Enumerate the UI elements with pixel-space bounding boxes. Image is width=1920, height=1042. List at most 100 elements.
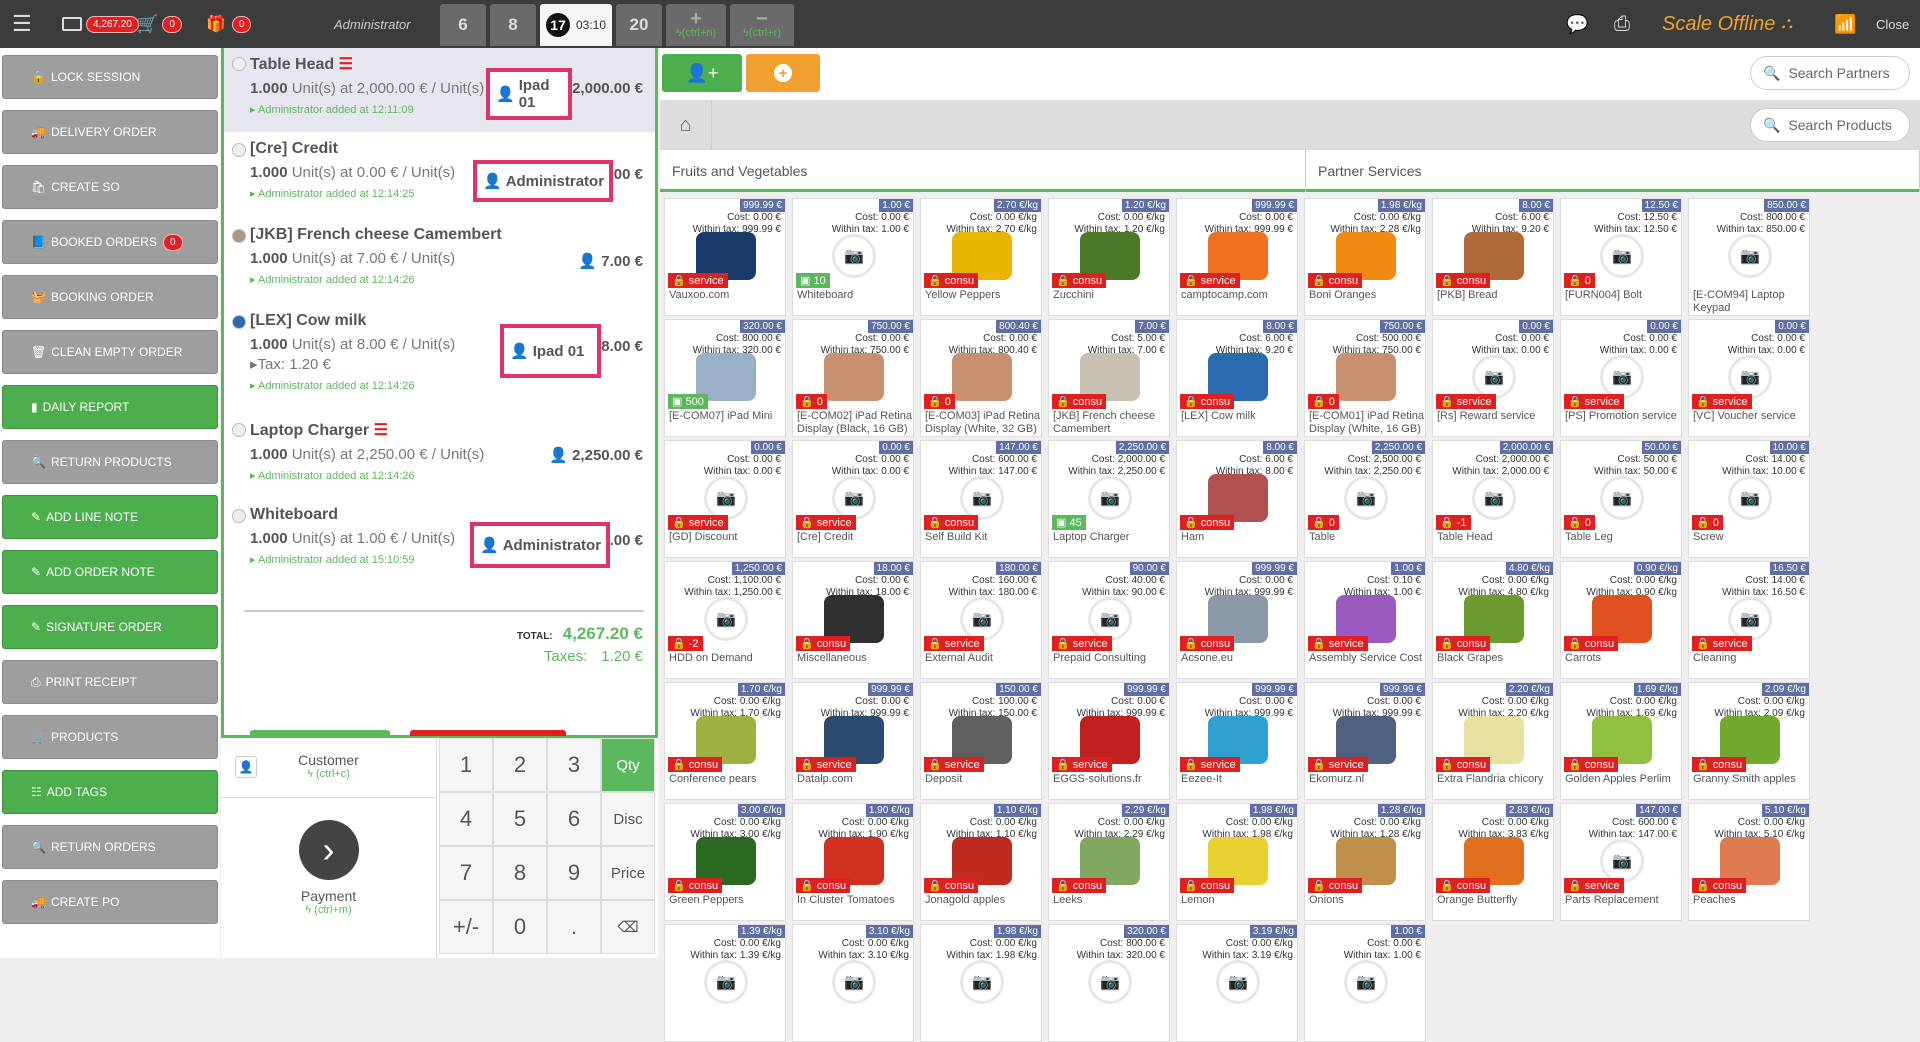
chat-icon[interactable]: 💬 bbox=[1566, 0, 1588, 48]
search-products-input[interactable]: 🔍 Search Products bbox=[1750, 108, 1910, 142]
numpad-key[interactable]: 9 bbox=[547, 846, 601, 900]
action-button-add-line-note[interactable]: ✎ Add Line Note bbox=[2, 495, 218, 539]
order-line[interactable]: [JKB] French cheese Camembert 1.000 Unit… bbox=[224, 220, 655, 304]
numpad-key[interactable]: 0 bbox=[493, 900, 547, 954]
product-card[interactable]: 1.98 €/kg Cost: 0.00 €/kg Within tax: 1.98… bbox=[920, 924, 1042, 1042]
order-tab[interactable]: 8 bbox=[490, 4, 536, 46]
product-card[interactable]: 1.98 €/kg Cost: 0.00 €/kg Within tax: 2.28… bbox=[1304, 198, 1426, 316]
product-card[interactable]: 147.00 € Cost: 600.00 € Within tax: 147.00… bbox=[1560, 803, 1682, 921]
action-button-products[interactable]: 🛒 Products bbox=[2, 715, 218, 759]
product-card[interactable]: 1.39 €/kg Cost: 0.00 €/kg Within tax: 1.39… bbox=[664, 924, 786, 1042]
numpad-mode-price[interactable]: Price bbox=[601, 846, 655, 900]
numpad-key[interactable]: 8 bbox=[493, 846, 547, 900]
product-card[interactable]: 750.00 € Cost: 500.00 € Within tax: 750.00… bbox=[1304, 319, 1426, 437]
product-card[interactable]: 0.00 € Cost: 0.00 € Within tax: 0.00 € 📷 🔒 s… bbox=[1688, 319, 1810, 437]
cash-widget[interactable]: 4,267.20 bbox=[62, 0, 139, 48]
product-card[interactable]: 8.00 € Cost: 6.00 € Within tax: 9.20 € 🔒 co… bbox=[1176, 319, 1298, 437]
product-card[interactable]: 0.00 € Cost: 0.00 € Within tax: 0.00 € 📷 🔒 s… bbox=[792, 440, 914, 558]
product-card[interactable]: 5.10 €/kg Cost: 0.00 €/kg Within tax: 5.10… bbox=[1688, 803, 1810, 921]
product-card[interactable]: 999.99 € Cost: 0.00 € Within tax: 999.99 €… bbox=[1304, 682, 1426, 800]
product-card[interactable]: 147.00 € Cost: 600.00 € Within tax: 147.00… bbox=[920, 440, 1042, 558]
action-button-return-products[interactable]: 🔍 Return Products bbox=[2, 440, 218, 484]
product-card[interactable]: 1.00 € Cost: 0.10 € Within tax: 1.00 € 🔒 se… bbox=[1304, 561, 1426, 679]
category-partner-services[interactable]: Partner Services bbox=[1306, 150, 1920, 192]
numpad-key[interactable]: 1 bbox=[439, 738, 493, 792]
numpad-key[interactable]: 3 bbox=[547, 738, 601, 792]
print-icon[interactable]: ⎙ bbox=[1614, 0, 1630, 48]
line-seller-badge[interactable]: 👤 Administrator bbox=[473, 160, 613, 202]
product-card[interactable]: 10.00 € Cost: 14.00 € Within tax: 10.00 € 📷… bbox=[1688, 440, 1810, 558]
product-card[interactable]: 2.29 €/kg Cost: 0.00 €/kg Within tax: 2.29… bbox=[1048, 803, 1170, 921]
product-card[interactable]: 8.00 € Cost: 6.00 € Within tax: 8.00 € 🔒 co… bbox=[1176, 440, 1298, 558]
product-card[interactable]: 2.20 €/kg Cost: 0.00 €/kg Within tax: 2.20… bbox=[1432, 682, 1554, 800]
add-customer-button[interactable]: 👤+ bbox=[662, 54, 742, 92]
numpad-key[interactable]: 6 bbox=[547, 792, 601, 846]
scale-status[interactable]: Scale Offline ⛬ bbox=[1662, 0, 1793, 48]
product-card[interactable]: 999.99 € Cost: 0.00 € Within tax: 999.99 €… bbox=[1176, 561, 1298, 679]
product-card[interactable]: 800.40 € Cost: 0.00 € Within tax: 800.40 €… bbox=[920, 319, 1042, 437]
add-product-button[interactable]: + bbox=[746, 54, 820, 92]
line-seller-badge[interactable]: 👤 Ipad 01 bbox=[500, 324, 601, 378]
product-card[interactable]: 180.00 € Cost: 160.00 € Within tax: 180.00… bbox=[920, 561, 1042, 679]
product-card[interactable]: 0.00 € Cost: 0.00 € Within tax: 0.00 € 📷 🔒 s… bbox=[1560, 319, 1682, 437]
action-button-signature-order[interactable]: ✎ Signature Order bbox=[2, 605, 218, 649]
product-card[interactable]: 90.00 € Cost: 40.00 € Within tax: 90.00 € 📷… bbox=[1048, 561, 1170, 679]
numpad-mode-disc[interactable]: Disc bbox=[601, 792, 655, 846]
product-card[interactable]: 12.50 € Cost: 12.50 € Within tax: 12.50 € 📷… bbox=[1560, 198, 1682, 316]
product-card[interactable]: 1.00 € Cost: 0.00 € Within tax: 1.00 € 📷 bbox=[1304, 924, 1426, 1042]
action-button-print-receipt[interactable]: ⎙ Print Receipt bbox=[2, 660, 218, 704]
category-fruits-and-vegetables[interactable]: Fruits and Vegetables bbox=[660, 150, 1306, 192]
action-button-lock-session[interactable]: 🔒 Lock Session bbox=[2, 55, 218, 99]
product-card[interactable]: 18.00 € Cost: 0.00 € Within tax: 18.00 € 🔒 … bbox=[792, 561, 914, 679]
product-card[interactable]: 1.28 €/kg Cost: 0.00 €/kg Within tax: 1.28… bbox=[1304, 803, 1426, 921]
product-card[interactable]: 1.10 €/kg Cost: 0.00 €/kg Within tax: 1.10… bbox=[920, 803, 1042, 921]
action-button-booking-order[interactable]: 🧺 Booking Order bbox=[2, 275, 218, 319]
close-button[interactable]: Close bbox=[1876, 0, 1909, 48]
numpad-key[interactable]: +/- bbox=[439, 900, 493, 954]
product-card[interactable]: 50.00 € Cost: 50.00 € Within tax: 50.00 € 📷… bbox=[1560, 440, 1682, 558]
numpad-mode-qty[interactable]: Qty bbox=[601, 738, 655, 792]
payment-button[interactable]: › Payment ϟ (ctrl+m) bbox=[221, 798, 437, 958]
product-card[interactable]: 7.00 € Cost: 5.00 € Within tax: 7.00 € 🔒 co… bbox=[1048, 319, 1170, 437]
menu-button[interactable]: ☰ bbox=[12, 0, 32, 48]
numpad-mode-backspace[interactable]: ⌫ bbox=[601, 900, 655, 954]
product-card[interactable]: 2.83 €/kg Cost: 0.00 €/kg Within tax: 3.83… bbox=[1432, 803, 1554, 921]
order-tab[interactable]: 6 bbox=[440, 4, 486, 46]
order-tab-active[interactable]: 17 03:10 bbox=[540, 4, 612, 46]
product-card[interactable]: 1.20 €/kg Cost: 0.00 €/kg Within tax: 1.20… bbox=[1048, 198, 1170, 316]
product-card[interactable]: 8.00 € Cost: 6.00 € Within tax: 9.20 € 🔒 co… bbox=[1432, 198, 1554, 316]
product-card[interactable]: 320.00 € Cost: 800.00 € Within tax: 320.00… bbox=[664, 319, 786, 437]
product-card[interactable]: 999.99 € Cost: 0.00 € Within tax: 999.99 €… bbox=[664, 198, 786, 316]
add-order-button[interactable]: + ϟ(ctrl+n) bbox=[666, 4, 726, 46]
cart-widget[interactable]: 🛒 0 bbox=[136, 0, 182, 48]
product-card[interactable]: 150.00 € Cost: 100.00 € Within tax: 150.00… bbox=[920, 682, 1042, 800]
order-tab[interactable]: 20 bbox=[616, 4, 662, 46]
numpad-key[interactable]: 4 bbox=[439, 792, 493, 846]
action-button-return-orders[interactable]: 🔍 Return Orders bbox=[2, 825, 218, 869]
action-button-booked-orders[interactable]: 📘 Booked Orders 0 bbox=[2, 220, 218, 264]
action-button-create-so[interactable]: 🛍 Create SO bbox=[2, 165, 218, 209]
product-card[interactable]: 999.99 € Cost: 0.00 € Within tax: 999.99 €… bbox=[1176, 682, 1298, 800]
product-card[interactable]: 1.70 €/kg Cost: 0.00 €/kg Within tax: 1.70… bbox=[664, 682, 786, 800]
order-line[interactable]: Table Head ☰ 1.000 Unit(s) at 2,000.00 €… bbox=[224, 48, 655, 132]
product-card[interactable]: 1,250.00 € Cost: 1,100.00 € Within tax: 1,… bbox=[664, 561, 786, 679]
line-seller-badge[interactable]: 👤 Administrator bbox=[470, 522, 610, 568]
product-card[interactable]: 320.00 € Cost: 800.00 € Within tax: 320.00… bbox=[1048, 924, 1170, 1042]
line-seller-badge[interactable]: 👤 Ipad 01 bbox=[486, 68, 572, 120]
action-button-clean-empty-order[interactable]: 🗑 Clean Empty Order bbox=[2, 330, 218, 374]
product-card[interactable]: 0.90 €/kg Cost: 0.00 €/kg Within tax: 0.90… bbox=[1560, 561, 1682, 679]
action-button-create-po[interactable]: 🚚 Create PO bbox=[2, 880, 218, 924]
order-line[interactable]: Laptop Charger ☰ 1.000 Unit(s) at 2,250.… bbox=[224, 414, 655, 498]
product-card[interactable]: 3.10 €/kg Cost: 0.00 €/kg Within tax: 3.10… bbox=[792, 924, 914, 1042]
product-card[interactable]: 2,000.00 € Cost: 2,000.00 € Within tax: 2,… bbox=[1432, 440, 1554, 558]
action-button-daily-report[interactable]: ▮ Daily Report bbox=[2, 385, 218, 429]
product-card[interactable]: 0.00 € Cost: 0.00 € Within tax: 0.00 € 📷 🔒 s… bbox=[1432, 319, 1554, 437]
product-card[interactable]: 1.90 €/kg Cost: 0.00 €/kg Within tax: 1.90… bbox=[792, 803, 914, 921]
product-card[interactable]: 999.99 € Cost: 0.00 € Within tax: 999.99 €… bbox=[792, 682, 914, 800]
product-card[interactable]: 850.00 € Cost: 800.00 € Within tax: 850.00… bbox=[1688, 198, 1810, 316]
product-card[interactable]: 2.09 €/kg Cost: 0.00 €/kg Within tax: 2.09… bbox=[1688, 682, 1810, 800]
product-card[interactable]: 2,250.00 € Cost: 2,500.00 € Within tax: 2,… bbox=[1304, 440, 1426, 558]
numpad-key[interactable]: 2 bbox=[493, 738, 547, 792]
product-card[interactable]: 0.00 € Cost: 0.00 € Within tax: 0.00 € 📷 🔒 s… bbox=[664, 440, 786, 558]
search-partners-input[interactable]: 🔍 Search Partners bbox=[1750, 56, 1910, 90]
